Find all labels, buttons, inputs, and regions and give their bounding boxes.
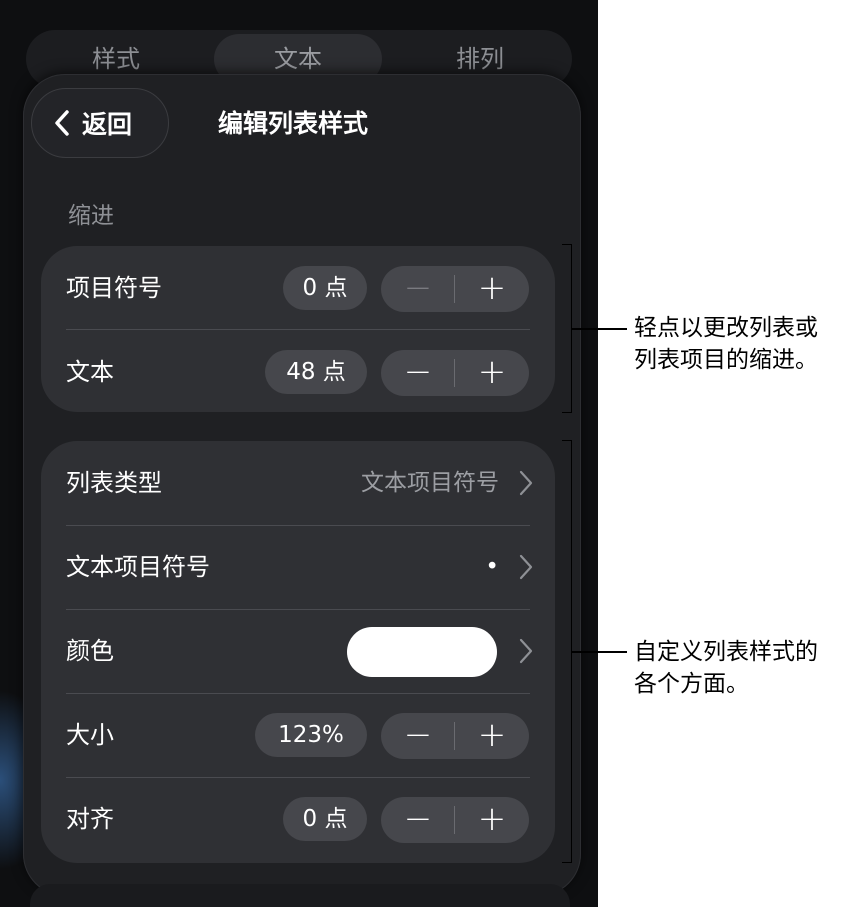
page-title: 编辑列表样式 <box>218 109 369 138</box>
chevron-right-icon <box>519 638 533 664</box>
chevron-right-icon <box>519 554 533 580</box>
list-type-label: 列表类型 <box>66 469 162 497</box>
size-value: 123% <box>255 713 367 757</box>
list-type-value: 文本项目符号 <box>361 470 499 496</box>
align-row: 对齐 0 点 − + <box>41 777 555 861</box>
indent-callout-line-2: 列表项目的缩进。 <box>634 347 818 373</box>
align-label: 对齐 <box>66 805 114 833</box>
bullet-indent-row: 项目符号 0 点 − + <box>41 246 555 330</box>
text-indent-value: 48 点 <box>265 350 367 394</box>
text-bullet-row[interactable]: 文本项目符号 • <box>41 525 555 609</box>
size-label: 大小 <box>66 721 114 749</box>
app-screen: 样式 文本 排列 返回 编辑列表样式 缩进 项目符号 0 点 − + 文本 48… <box>0 0 598 907</box>
style-callout-line-1: 自定义列表样式的 <box>634 639 818 665</box>
style-bracket <box>562 440 572 863</box>
text-indent-increase-button[interactable]: + <box>455 350 529 396</box>
text-bullet-label: 文本项目符号 <box>66 553 210 581</box>
indent-section-label: 缩进 <box>68 203 114 229</box>
style-leader-line <box>572 651 627 653</box>
indent-callout-line-1: 轻点以更改列表或 <box>634 315 818 341</box>
style-callout-line-2: 各个方面。 <box>634 671 749 697</box>
text-indent-stepper: − + <box>381 350 529 396</box>
chevron-left-icon <box>55 110 69 136</box>
chevron-right-icon <box>519 470 533 496</box>
size-increase-button[interactable]: + <box>455 713 529 759</box>
size-stepper: − + <box>381 713 529 759</box>
list-type-row[interactable]: 列表类型 文本项目符号 <box>41 441 555 525</box>
color-swatch[interactable] <box>347 627 497 677</box>
back-button[interactable]: 返回 <box>31 88 169 158</box>
align-increase-button[interactable]: + <box>455 797 529 843</box>
indent-leader-line <box>572 328 627 330</box>
size-row: 大小 123% − + <box>41 693 555 777</box>
list-style-group: 列表类型 文本项目符号 文本项目符号 • 颜色 大小 123% − + 对齐 0… <box>41 441 555 863</box>
align-decrease-button[interactable]: − <box>381 797 455 843</box>
bullet-indent-stepper: − + <box>381 266 529 312</box>
color-label: 颜色 <box>66 637 114 665</box>
edit-list-style-sheet: 返回 编辑列表样式 缩进 项目符号 0 点 − + 文本 48 点 − + 列表… <box>23 74 581 896</box>
bullet-indent-value: 0 点 <box>283 266 367 310</box>
sheet-underlay <box>30 884 570 907</box>
text-indent-decrease-button[interactable]: − <box>381 350 455 396</box>
bullet-indent-increase-button[interactable]: + <box>455 266 529 312</box>
align-value: 0 点 <box>283 797 367 841</box>
indent-callout: 轻点以更改列表或 列表项目的缩进。 <box>634 312 818 376</box>
back-label: 返回 <box>82 110 133 139</box>
text-indent-label: 文本 <box>66 358 114 386</box>
text-bullet-value: • <box>485 554 499 580</box>
bullet-indent-label: 项目符号 <box>66 274 162 302</box>
size-decrease-button[interactable]: − <box>381 713 455 759</box>
indent-bracket <box>562 244 572 413</box>
indent-group: 项目符号 0 点 − + 文本 48 点 − + <box>41 246 555 412</box>
align-stepper: − + <box>381 797 529 843</box>
text-indent-row: 文本 48 点 − + <box>41 330 555 414</box>
color-row[interactable]: 颜色 <box>41 609 555 693</box>
bullet-indent-decrease-button[interactable]: − <box>381 266 455 312</box>
style-callout: 自定义列表样式的 各个方面。 <box>634 636 818 700</box>
